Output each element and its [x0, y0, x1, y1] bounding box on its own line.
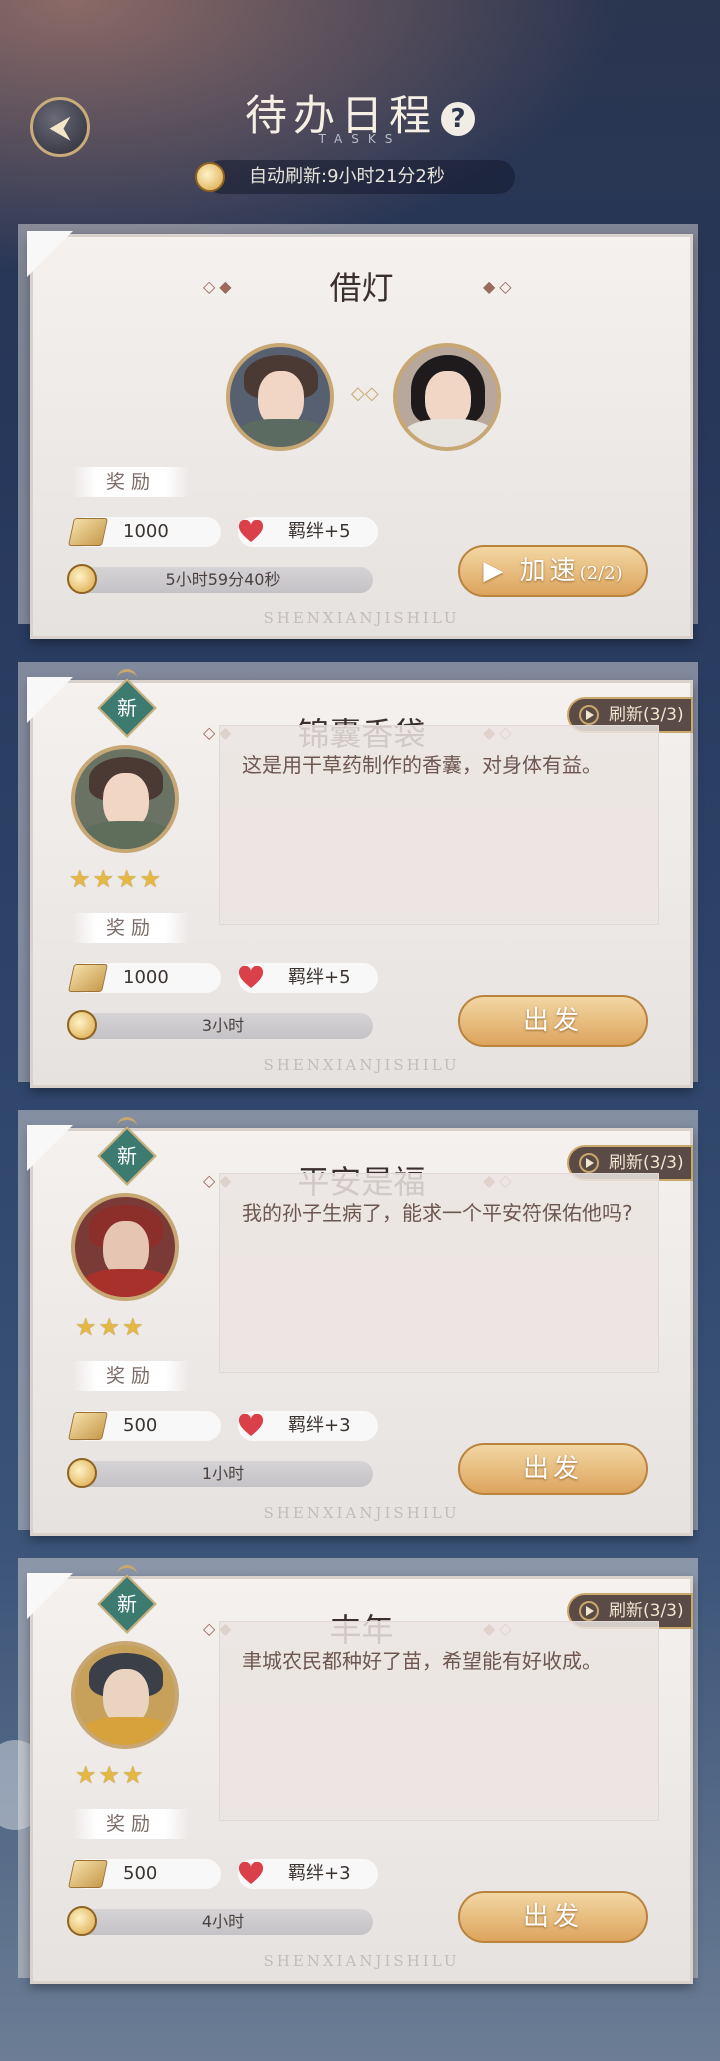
task-description: 我的孙子生病了，能求一个平安符保佑他吗? — [219, 1173, 659, 1373]
coin-reward: 1000 — [68, 517, 221, 547]
depart-button[interactable]: 出发 — [458, 995, 648, 1047]
heart-icon — [238, 1862, 264, 1884]
refresh-label: 刷新(3/3) — [609, 705, 684, 725]
clock-icon — [67, 1458, 97, 1488]
clock-icon — [67, 1906, 97, 1936]
coin-icon — [68, 518, 108, 546]
difficulty-stars: ★★★★ — [69, 865, 164, 893]
heart-icon — [238, 520, 264, 542]
heart-icon — [238, 1414, 264, 1436]
task-description: 这是用干草药制作的香囊，对身体有益。 — [219, 725, 659, 925]
bond-reward: 羁绊+3 — [238, 1859, 378, 1889]
bond-reward: 羁绊+5 — [238, 517, 378, 547]
avatar-male-scholar — [71, 745, 179, 853]
link-icon: ◇◇ — [351, 383, 379, 404]
clock-icon — [67, 564, 97, 594]
task-card-4: 新 ◇◆ 丰年 ◆◇ 刷新(3/3) ★★★ 聿城农民都种好了苗，希望能有好收成… — [27, 1565, 693, 1984]
coin-reward: 500 — [68, 1411, 221, 1441]
depart-button[interactable]: 出发 — [458, 1443, 648, 1495]
bond-amount: 羁绊+3 — [288, 1415, 351, 1436]
task-timer: 5小时59分40秒 — [67, 564, 373, 594]
refresh-label: 刷新(3/3) — [609, 1601, 684, 1621]
watermark: SHENXIANJISHILU — [263, 1056, 460, 1074]
task-card-1: ◇◆ 借灯 ◆◇ ◇◇ 奖励 1000 羁绊+5 5小时59分40秒 ▶ 加速(… — [27, 231, 693, 639]
coin-icon — [68, 1412, 108, 1440]
coin-amount: 1000 — [123, 967, 169, 988]
coin-amount: 500 — [123, 1415, 158, 1436]
difficulty-stars: ★★★ — [75, 1761, 146, 1789]
clock-icon — [67, 1010, 97, 1040]
coin-amount: 500 — [123, 1863, 158, 1884]
coin-amount: 1000 — [123, 521, 169, 542]
timer-text: 1小时 — [201, 1464, 245, 1483]
task-timer: 4小时 — [67, 1906, 373, 1936]
clock-icon — [195, 162, 225, 192]
page-subtitle: TASKS — [318, 132, 402, 146]
task-timer: 1小时 — [67, 1458, 373, 1488]
avatar-female — [393, 343, 501, 451]
bond-amount: 羁绊+3 — [288, 1863, 351, 1884]
watermark: SHENXIANJISHILU — [263, 1952, 460, 1970]
task-title: 借灯 — [329, 269, 394, 307]
help-icon[interactable]: ? — [441, 102, 475, 136]
watermark: SHENXIANJISHILU — [263, 1504, 460, 1522]
depart-button[interactable]: 出发 — [458, 1891, 648, 1943]
watermark: SHENXIANJISHILU — [263, 609, 460, 627]
rewards-label: 奖励 — [73, 1809, 189, 1839]
avatar-old-woman — [71, 1193, 179, 1301]
auto-refresh-text: 自动刷新:9小时21分2秒 — [249, 166, 445, 187]
coin-reward: 500 — [68, 1859, 221, 1889]
task-card-3: 新 ◇◆ 平安是福 ◆◇ 刷新(3/3) ★★★ 我的孙子生病了，能求一个平安符… — [27, 1117, 693, 1536]
speed-up-label: ▶ 加速 — [483, 556, 580, 586]
bond-reward: 羁绊+3 — [238, 1411, 378, 1441]
play-icon — [579, 1153, 599, 1173]
rewards-label: 奖励 — [73, 913, 189, 943]
coin-icon — [68, 1860, 108, 1888]
auto-refresh-timer: 自动刷新:9小时21分2秒 — [195, 160, 515, 194]
title-ornament-right: ◆◇ — [483, 277, 516, 296]
rewards-label: 奖励 — [73, 1361, 189, 1391]
avatar-male-scholar — [226, 343, 334, 451]
timer-text: 3小时 — [201, 1016, 245, 1035]
bond-reward: 羁绊+5 — [238, 963, 378, 993]
speed-up-count: (2/2) — [579, 563, 623, 584]
task-card-2: 新 ◇◆ 锦囊香袋 ◆◇ 刷新(3/3) ★★★★ 这是用干草药制作的香囊，对身… — [27, 669, 693, 1088]
timer-text: 4小时 — [201, 1912, 245, 1931]
timer-text: 5小时59分40秒 — [165, 570, 281, 589]
task-description: 聿城农民都种好了苗，希望能有好收成。 — [219, 1621, 659, 1821]
play-icon — [579, 705, 599, 725]
coin-icon — [68, 964, 108, 992]
play-icon — [579, 1601, 599, 1621]
refresh-label: 刷新(3/3) — [609, 1153, 684, 1173]
avatar-old-man — [71, 1641, 179, 1749]
heart-icon — [238, 966, 264, 988]
difficulty-stars: ★★★ — [75, 1313, 146, 1341]
bond-amount: 羁绊+5 — [288, 521, 351, 542]
rewards-label: 奖励 — [73, 467, 189, 497]
bond-amount: 羁绊+5 — [288, 967, 351, 988]
task-timer: 3小时 — [67, 1010, 373, 1040]
coin-reward: 1000 — [68, 963, 221, 993]
speed-up-button[interactable]: ▶ 加速(2/2) — [458, 545, 648, 597]
